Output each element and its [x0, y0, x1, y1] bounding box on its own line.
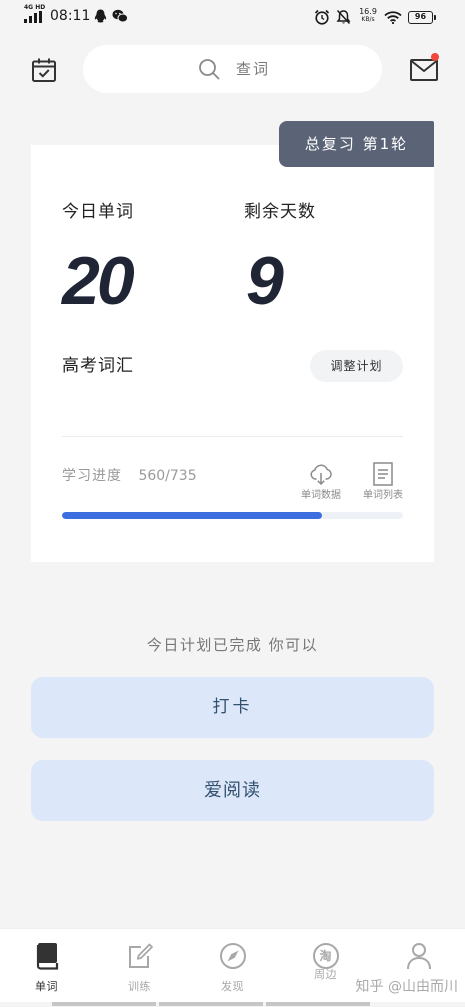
cloud-download-icon — [310, 464, 332, 486]
edit-icon — [128, 943, 153, 968]
remaining-days-label: 剩余天数 — [244, 202, 316, 222]
document-list-icon — [373, 462, 393, 486]
tao-icon-glyph: 淘 — [312, 943, 339, 969]
card-divider — [62, 436, 403, 437]
network-speed: 16.9 KB/s — [356, 7, 380, 23]
tab-words[interactable]: 单词 — [0, 929, 93, 1002]
today-words-value: 20 — [62, 243, 135, 319]
completion-message: 今日计划已完成 你可以 — [146, 636, 319, 654]
word-list-label: 单词列表 — [363, 490, 403, 501]
search-placeholder: 查词 — [236, 60, 271, 78]
word-book-name: 高考词汇 — [62, 356, 134, 376]
search-bar[interactable]: 查词 — [83, 45, 382, 93]
progress-info: 学习进度 560/735 — [62, 468, 197, 484]
watermark: 知乎 @山由而川 — [355, 979, 458, 995]
mail-button[interactable] — [410, 59, 438, 81]
mail-icon — [410, 59, 438, 81]
review-round-tag: 总复习 第1轮 — [279, 121, 434, 167]
gesture-strip-segment — [159, 1002, 263, 1006]
calendar-button[interactable] — [31, 57, 57, 83]
gesture-strip-segment — [52, 1002, 156, 1006]
tab-label: 单词 — [35, 980, 58, 993]
progress-count: 560/735 — [138, 468, 197, 484]
compass-icon — [219, 943, 246, 969]
gesture-strip-segment — [266, 1002, 370, 1006]
person-icon — [406, 943, 431, 970]
word-list-button[interactable]: 单词列表 — [361, 462, 405, 502]
wechat-icon — [112, 9, 128, 23]
gesture-strip — [52, 1002, 370, 1006]
word-data-button[interactable]: 单词数据 — [299, 462, 343, 502]
today-words-label: 今日单词 — [62, 202, 134, 222]
signal-icon — [24, 11, 42, 23]
mute-icon — [336, 9, 351, 25]
word-data-label: 单词数据 — [301, 490, 341, 501]
clock: 08:11 — [50, 8, 91, 24]
qq-icon — [94, 9, 107, 23]
search-icon — [199, 59, 220, 80]
wifi-icon — [384, 11, 402, 24]
battery-indicator: 96 — [408, 11, 436, 24]
alarm-icon — [314, 9, 330, 25]
adjust-plan-button[interactable]: 调整计划 — [310, 350, 403, 382]
progress-label: 学习进度 — [62, 468, 122, 484]
progress-bar — [62, 512, 403, 519]
signal-indicator: 4G HD — [24, 5, 48, 24]
network-speed-value: 16.9 — [359, 7, 377, 16]
remaining-days-value: 9 — [246, 243, 284, 319]
checkin-button[interactable]: 打卡 — [31, 677, 434, 738]
tab-label: 周边 — [314, 968, 337, 981]
book-icon — [36, 943, 58, 970]
tab-label: 训练 — [128, 980, 151, 993]
app-screen: 4G HD 08:11 16.9 KB/s 96 查词 今日单词 20 剩余天数… — [0, 0, 465, 1007]
unread-dot — [431, 53, 439, 61]
tao-icon: 淘 — [312, 929, 340, 969]
tab-label: 发现 — [221, 980, 244, 993]
progress-fill — [62, 512, 322, 519]
tab-discover[interactable]: 发现 — [186, 929, 279, 1002]
battery-level: 96 — [414, 12, 427, 21]
calendar-check-icon — [32, 58, 56, 82]
plan-card: 今日单词 20 剩余天数 9 高考词汇 调整计划 学习进度 560/735 单词… — [31, 145, 434, 562]
reading-button[interactable]: 爱阅读 — [31, 760, 434, 821]
network-speed-unit: KB/s — [361, 16, 375, 23]
tab-training[interactable]: 训练 — [93, 929, 186, 1002]
